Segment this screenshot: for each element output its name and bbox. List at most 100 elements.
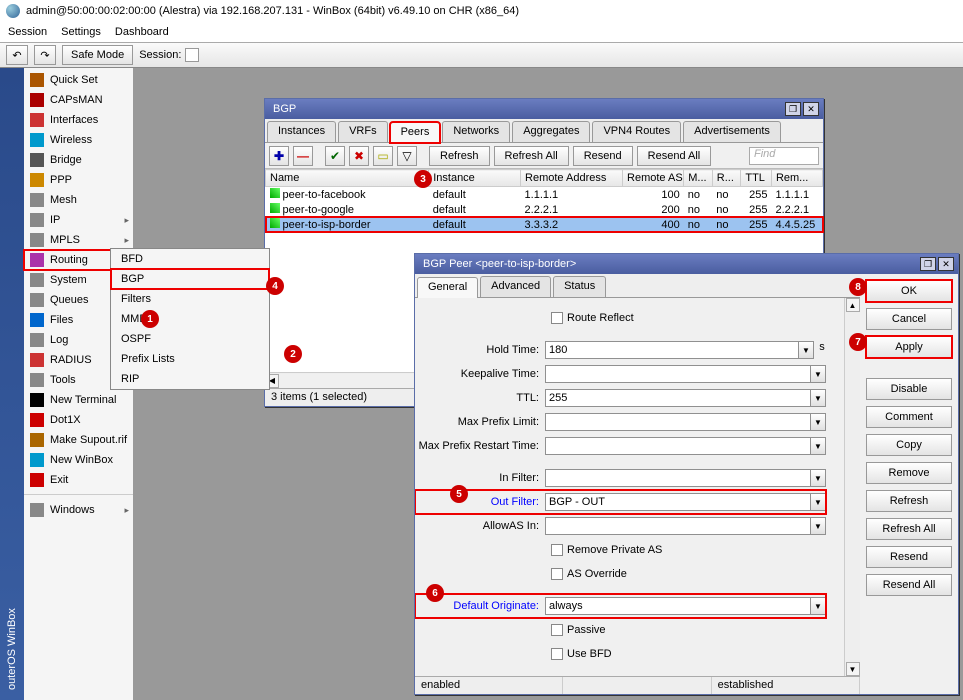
dropdown-icon[interactable]: ▼ [810,413,826,431]
bgp-grid[interactable]: NameInstanceRemote AddressRemote ASM... R… [265,169,823,232]
sidebar-item-mesh[interactable]: Mesh [24,190,133,210]
remove-private-checkbox[interactable]: Remove Private AS [551,544,662,556]
sidebar-item-ppp[interactable]: PPP [24,170,133,190]
resend-button[interactable]: Resend [866,546,952,568]
col-header[interactable]: M... [684,170,713,187]
comment-button[interactable]: Comment [866,406,952,428]
dropdown-icon[interactable]: ▼ [810,493,826,511]
ok-button[interactable]: OK [866,280,952,302]
refresh-all-button[interactable]: Refresh All [866,518,952,540]
dropdown-icon[interactable]: ▼ [810,517,826,535]
col-header[interactable]: TTL [741,170,772,187]
menu-settings[interactable]: Settings [61,26,101,38]
col-header[interactable]: Remote AS [623,170,684,187]
tab-aggregates[interactable]: Aggregates [512,121,590,142]
col-header[interactable]: Rem... [771,170,822,187]
submenu-item-prefix-lists[interactable]: Prefix Lists [111,349,269,369]
safe-mode-button[interactable]: Safe Mode [62,45,133,65]
max-restart-input[interactable] [545,437,811,455]
use-bfd-checkbox[interactable]: Use BFD [551,648,612,660]
refresh-button[interactable]: Refresh [866,490,952,512]
enable-button[interactable]: ✔ [325,146,345,166]
sidebar-item-ip[interactable]: IP [24,210,133,230]
refresh-button[interactable]: Refresh [429,146,490,166]
add-button[interactable]: ✚ [269,146,289,166]
table-row[interactable]: peer-to-facebookdefault1.1.1.1100nono255… [266,187,823,203]
restore-icon[interactable]: ❐ [785,102,801,116]
allowas-input[interactable] [545,517,811,535]
dropdown-icon[interactable]: ▼ [810,365,826,383]
sidebar-item-quick-set[interactable]: Quick Set [24,70,133,90]
dropdown-icon[interactable]: ▼ [810,597,826,615]
sidebar-item-make-supout.rif[interactable]: Make Supout.rif [24,430,133,450]
tab-peers[interactable]: Peers [390,122,441,143]
sidebar-item-capsman[interactable]: CAPsMAN [24,90,133,110]
disable-button[interactable]: Disable [866,378,952,400]
find-input[interactable]: Find [749,147,819,165]
menu-session[interactable]: Session [8,26,47,38]
sidebar-item-bridge[interactable]: Bridge [24,150,133,170]
session-input[interactable] [185,48,199,62]
as-override-checkbox[interactable]: AS Override [551,568,627,580]
table-row[interactable]: peer-to-isp-borderdefault3.3.3.2400nono2… [266,217,823,232]
sidebar-item-exit[interactable]: Exit [24,470,133,490]
form-scrollbar[interactable]: ▲ ▼ [844,298,860,676]
refresh-all-button[interactable]: Refresh All [494,146,569,166]
filter-button[interactable]: ▽ [397,146,417,166]
col-header[interactable]: Remote Address [521,170,623,187]
route-reflect-checkbox[interactable]: Route Reflect [551,312,634,324]
sidebar-item-mpls[interactable]: MPLS [24,230,133,250]
submenu-item-bgp[interactable]: BGP [111,269,269,289]
close-icon[interactable]: ✕ [803,102,819,116]
restore-icon[interactable]: ❐ [920,257,936,271]
sidebar-item-windows[interactable]: Windows [24,500,133,520]
dropdown-icon[interactable]: ▼ [798,341,814,359]
submenu-item-mme[interactable]: MME [111,309,269,329]
cancel-button[interactable]: Cancel [866,308,952,330]
default-originate-input[interactable] [545,597,811,615]
remove-button[interactable]: Remove [866,462,952,484]
tab-instances[interactable]: Instances [267,121,336,142]
dropdown-icon[interactable]: ▼ [810,469,826,487]
peer-tab-advanced[interactable]: Advanced [480,276,551,297]
dropdown-icon[interactable]: ▼ [810,437,826,455]
out-filter-input[interactable] [545,493,811,511]
undo-button[interactable]: ↶ [6,45,28,65]
tab-vrfs[interactable]: VRFs [338,121,388,142]
sidebar-item-wireless[interactable]: Wireless [24,130,133,150]
resend-button[interactable]: Resend [573,146,633,166]
submenu-item-filters[interactable]: Filters [111,289,269,309]
apply-button[interactable]: Apply [866,336,952,358]
sidebar-item-dot1x[interactable]: Dot1X [24,410,133,430]
submenu-item-ospf[interactable]: OSPF [111,329,269,349]
hold-time-input[interactable] [545,341,799,359]
tab-vpn4-routes[interactable]: VPN4 Routes [592,121,681,142]
disable-button[interactable]: ✖ [349,146,369,166]
dropdown-icon[interactable]: ▼ [810,389,826,407]
comment-button[interactable]: ▭ [373,146,393,166]
ttl-input[interactable] [545,389,811,407]
keepalive-input[interactable] [545,365,811,383]
in-filter-input[interactable] [545,469,811,487]
submenu-item-bfd[interactable]: BFD [111,249,269,269]
table-row[interactable]: peer-to-googledefault2.2.2.1200nono2552.… [266,202,823,217]
submenu-item-rip[interactable]: RIP [111,369,269,389]
peer-tab-status[interactable]: Status [553,276,606,297]
passive-checkbox[interactable]: Passive [551,624,606,636]
bgp-window-header[interactable]: BGP ❐ ✕ [265,99,823,119]
scroll-down-icon[interactable]: ▼ [846,662,860,676]
col-header[interactable]: Instance [429,170,521,187]
col-header[interactable]: Name [266,170,429,187]
sidebar-item-new-terminal[interactable]: New Terminal [24,390,133,410]
peer-tab-general[interactable]: General [417,277,478,298]
sidebar-item-interfaces[interactable]: Interfaces [24,110,133,130]
peer-window-header[interactable]: BGP Peer <peer-to-isp-border> ❐ ✕ [415,254,958,274]
resend-all-button[interactable]: Resend All [637,146,712,166]
max-prefix-input[interactable] [545,413,811,431]
tab-advertisements[interactable]: Advertisements [683,121,781,142]
close-icon[interactable]: ✕ [938,257,954,271]
copy-button[interactable]: Copy [866,434,952,456]
menu-dashboard[interactable]: Dashboard [115,26,169,38]
redo-button[interactable]: ↷ [34,45,56,65]
scroll-up-icon[interactable]: ▲ [846,298,860,312]
